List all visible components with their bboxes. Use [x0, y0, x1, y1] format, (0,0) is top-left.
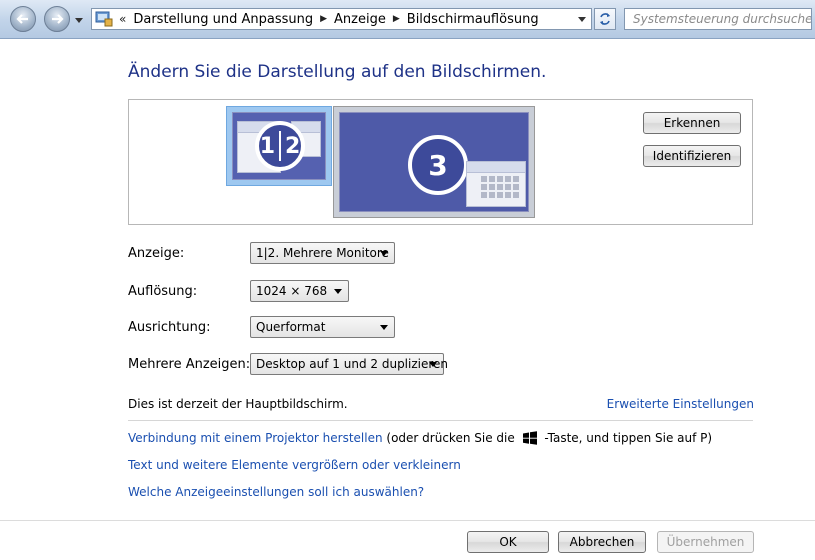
- multiple-displays-select[interactable]: Desktop auf 1 und 2 duplizieren: [250, 353, 448, 375]
- monitor-number-1: 1: [259, 133, 275, 159]
- detect-button[interactable]: Erkennen: [643, 112, 741, 134]
- resolution-select-value: 1024 × 768: [256, 284, 328, 298]
- projector-link[interactable]: Verbindung mit einem Projektor herstelle…: [128, 431, 383, 445]
- footer-divider: [0, 520, 815, 521]
- back-button[interactable]: [10, 6, 36, 32]
- monitor-1-2[interactable]: 1 2: [226, 106, 332, 186]
- monitor-3-screen: 3: [339, 112, 529, 212]
- chevron-down-icon: [380, 325, 388, 330]
- breadcrumb-item-darstellung[interactable]: Darstellung und Anpassung: [133, 12, 313, 27]
- monitor-arrangement-panel: 1 2 3 Erkennen Identifizieren: [128, 99, 753, 225]
- projector-hint-before: (oder drücken Sie die: [386, 431, 515, 445]
- monitor-3[interactable]: 3: [333, 106, 535, 218]
- monitor-number-3: 3: [428, 148, 448, 182]
- orientation-label: Ausrichtung:: [128, 320, 211, 335]
- calculator-keypad: [481, 176, 519, 198]
- resolution-label: Auflösung:: [128, 284, 198, 299]
- recent-pages-dropdown-icon[interactable]: [75, 16, 83, 24]
- chevron-down-icon: [334, 289, 342, 294]
- orientation-select-value: Querformat: [256, 320, 326, 334]
- projector-hint-after: -Taste, und tippen Sie auf P): [544, 431, 713, 445]
- chevron-down-icon: [380, 251, 388, 256]
- monitor-number-badge: 3: [408, 135, 468, 195]
- primary-display-text: Dies ist derzeit der Hauptbildschirm.: [128, 397, 348, 411]
- number-divider: [279, 131, 281, 161]
- breadcrumb-separator-icon[interactable]: ▶: [320, 14, 327, 24]
- refresh-button[interactable]: [594, 8, 616, 30]
- identify-button[interactable]: Identifizieren: [643, 145, 741, 167]
- breadcrumb-item-bildschirmaufloesung[interactable]: Bildschirmauflösung: [407, 12, 539, 27]
- advanced-settings-link[interactable]: Erweiterte Einstellungen: [607, 397, 754, 411]
- page-title: Ändern Sie die Darstellung auf den Bilds…: [128, 62, 547, 82]
- address-bar[interactable]: « Darstellung und Anpassung ▶ Anzeige ▶ …: [91, 8, 592, 30]
- window-thumbnail: [466, 161, 526, 207]
- address-dropdown-icon[interactable]: [577, 14, 587, 24]
- breadcrumb-separator-icon[interactable]: ▶: [393, 14, 400, 24]
- apply-button[interactable]: Übernehmen: [657, 531, 754, 553]
- search-input[interactable]: Systemsteuerung durchsuchen: [624, 8, 812, 30]
- monitor-number-2: 2: [285, 133, 301, 159]
- breadcrumb-item-anzeige[interactable]: Anzeige: [334, 12, 386, 27]
- windows-logo-icon: [522, 431, 537, 445]
- divider: [128, 420, 753, 421]
- monitor-number-badge: 1 2: [255, 121, 305, 171]
- forward-button[interactable]: [44, 6, 70, 32]
- back-arrow-icon: [16, 14, 28, 24]
- enlarge-text-link[interactable]: Text und weitere Elemente vergrößern ode…: [128, 458, 461, 472]
- display-label: Anzeige:: [128, 246, 185, 261]
- forward-arrow-icon: [52, 14, 64, 24]
- multiple-displays-select-value: Desktop auf 1 und 2 duplizieren: [256, 357, 449, 371]
- navigation-bar: « Darstellung und Anpassung ▶ Anzeige ▶ …: [0, 0, 815, 39]
- control-panel-icon: [95, 11, 113, 27]
- monitor-1-2-screen: 1 2: [232, 112, 326, 180]
- resolution-select[interactable]: 1024 × 768: [250, 280, 349, 302]
- breadcrumb-overflow[interactable]: «: [119, 12, 126, 26]
- cancel-button[interactable]: Abbrechen: [558, 531, 646, 553]
- display-select[interactable]: 1|2. Mehrere Monitore: [250, 242, 395, 264]
- chevron-down-icon: [429, 362, 437, 367]
- orientation-select[interactable]: Querformat: [250, 316, 395, 338]
- which-settings-link[interactable]: Welche Anzeigeeinstellungen soll ich aus…: [128, 485, 424, 499]
- refresh-icon: [600, 13, 610, 25]
- display-select-value: 1|2. Mehrere Monitore: [256, 246, 389, 260]
- projector-row: Verbindung mit einem Projektor herstelle…: [128, 431, 712, 445]
- multiple-displays-label: Mehrere Anzeigen:: [128, 357, 251, 372]
- ok-button[interactable]: OK: [467, 531, 549, 553]
